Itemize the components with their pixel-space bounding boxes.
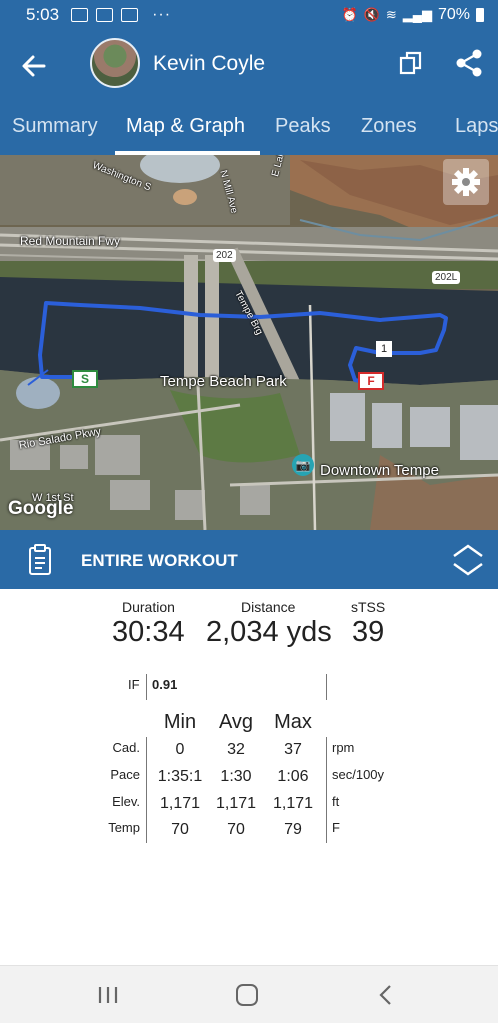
- gear-icon: [452, 168, 480, 196]
- status-time: 5:03: [26, 5, 60, 24]
- if-label: IF: [128, 677, 140, 692]
- column-min: Min: [163, 711, 197, 733]
- column-avg: Avg: [218, 711, 254, 733]
- elevation-min: 1,171: [159, 795, 201, 812]
- elevation-max: 1,171: [272, 795, 314, 812]
- tab-map-graph[interactable]: Map & Graph: [126, 115, 245, 138]
- divider: [146, 674, 147, 700]
- tab-bar: Summary Map & Graph Peaks Zones Laps: [0, 100, 498, 155]
- elevation-unit: ft: [332, 794, 340, 809]
- recent-apps-icon[interactable]: [97, 985, 119, 1005]
- gallery-notification-icon: [71, 8, 89, 22]
- pace-min: 1:35:1: [157, 768, 203, 785]
- athlete-name: Kevin Coyle: [153, 52, 266, 75]
- column-max: Max: [274, 711, 312, 733]
- cadence-min: 0: [175, 741, 185, 758]
- elevation-avg: 1,171: [215, 795, 257, 812]
- map-shield-202: 202: [213, 249, 236, 262]
- map-label-red-mountain-fwy: Red Mountain Fwy: [20, 234, 121, 248]
- pace-unit: sec/100y: [332, 767, 385, 782]
- temp-min: 70: [171, 821, 189, 838]
- workout-section-header[interactable]: ENTIRE WORKOUT: [0, 530, 498, 589]
- copy-icon[interactable]: [398, 50, 424, 76]
- google-logo: Google: [8, 498, 74, 519]
- status-bar: 5:03 ··· ⏰ 🔇 ≋ ▂▄▆ 70%: [0, 0, 498, 30]
- pace-max: 1:06: [277, 768, 309, 785]
- finish-marker[interactable]: F: [358, 372, 384, 390]
- alarm-icon: ⏰: [341, 7, 358, 22]
- back-arrow-icon[interactable]: [18, 50, 50, 82]
- camera-pin-icon[interactable]: 📷: [292, 454, 314, 476]
- share-icon[interactable]: [455, 48, 483, 78]
- row-label-pace: Pace: [110, 767, 140, 782]
- cadence-avg: 32: [227, 741, 245, 758]
- map-settings-button[interactable]: [443, 159, 489, 205]
- avatar[interactable]: [90, 38, 140, 88]
- tab-zones[interactable]: Zones: [361, 115, 417, 138]
- duration-value: 30:34: [112, 616, 185, 648]
- battery-percent: 70%: [437, 6, 470, 23]
- news-notification-icon: [96, 8, 114, 22]
- stss-label: sTSS: [351, 599, 386, 615]
- tab-laps[interactable]: Laps: [455, 115, 498, 138]
- system-nav-bar: [0, 965, 498, 1023]
- row-label-temp: Temp: [108, 820, 140, 835]
- more-notifications-icon: ···: [152, 6, 172, 23]
- expand-collapse-icon[interactable]: [450, 542, 486, 578]
- home-button[interactable]: [236, 984, 258, 1006]
- distance-value: 2,034 yds: [206, 616, 332, 648]
- divider: [146, 737, 147, 843]
- distance-label: Distance: [241, 599, 296, 615]
- start-marker[interactable]: S: [72, 370, 98, 388]
- cadence-unit: rpm: [332, 740, 355, 755]
- temp-max: 79: [284, 821, 302, 838]
- signal-icon: ▂▄▆: [402, 7, 432, 22]
- divider: [326, 737, 327, 843]
- route-map[interactable]: Washington S N Mill Ave E Lake View Dr R…: [0, 155, 498, 530]
- tab-peaks[interactable]: Peaks: [275, 115, 331, 138]
- pace-avg: 1:30: [220, 768, 252, 785]
- section-title: ENTIRE WORKOUT: [81, 551, 238, 570]
- if-value: 0.91: [152, 677, 178, 692]
- row-label-cadence: Cad.: [112, 740, 140, 755]
- temp-unit: F: [332, 820, 340, 835]
- stss-value: 39: [352, 616, 385, 648]
- tab-summary[interactable]: Summary: [12, 115, 98, 138]
- duration-label: Duration: [122, 599, 175, 615]
- cadence-max: 37: [284, 741, 302, 758]
- wifi-icon: ≋: [385, 7, 397, 22]
- map-label-tempe-beach-park: Tempe Beach Park: [160, 373, 287, 390]
- battery-icon: [476, 8, 484, 22]
- clipboard-icon: [29, 544, 51, 575]
- app-bar: Kevin Coyle: [0, 30, 498, 100]
- map-label-downtown-tempe: Downtown Tempe: [320, 462, 439, 479]
- lap-marker[interactable]: 1: [376, 341, 392, 357]
- row-label-elevation: Elev.: [112, 794, 140, 809]
- divider: [326, 674, 327, 700]
- back-icon[interactable]: [378, 984, 394, 1006]
- temp-avg: 70: [227, 821, 245, 838]
- map-shield-202l: 202L: [432, 271, 461, 284]
- app-notification-icon: [121, 8, 139, 22]
- mute-icon: 🔇: [363, 7, 380, 22]
